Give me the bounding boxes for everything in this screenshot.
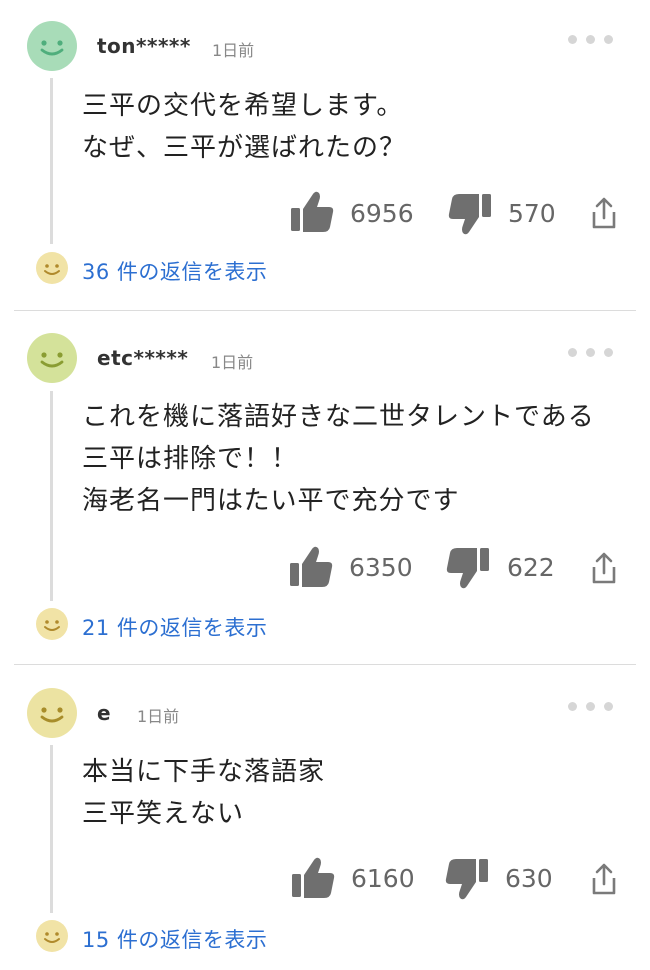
username[interactable]: etc***** <box>97 346 188 370</box>
reply-avatar <box>36 920 68 952</box>
reply-row: 15 件の返信を表示 <box>0 920 650 960</box>
like-count: 6956 <box>350 199 414 228</box>
share-icon[interactable] <box>590 196 618 230</box>
avatar[interactable] <box>27 21 77 71</box>
comment-actions: 6956 570 <box>0 190 650 240</box>
show-replies-link[interactable]: 36 件の返信を表示 <box>82 256 267 286</box>
more-options-icon[interactable] <box>568 341 614 361</box>
timestamp: 1日前 <box>212 41 255 60</box>
share-icon[interactable] <box>590 862 618 896</box>
more-options-icon[interactable] <box>568 28 614 48</box>
show-replies-link[interactable]: 21 件の返信を表示 <box>82 612 267 642</box>
dislike-count: 622 <box>507 553 555 582</box>
thumbs-down-icon[interactable] <box>447 192 493 236</box>
timestamp: 1日前 <box>137 707 180 726</box>
comment-item: ton***** 1日前 三平の交代を希望します。 なぜ、三平が選ばれたの？ 69… <box>0 0 650 310</box>
comment-text: 三平の交代を希望します。 なぜ、三平が選ばれたの？ <box>82 91 407 163</box>
dislike-count: 630 <box>505 864 553 893</box>
like-count: 6160 <box>351 864 415 893</box>
like-count: 6350 <box>349 553 413 582</box>
comment-item: e 1日前 本当に下手な落語家 三平笑えない 6160 630 15 件の返信を表… <box>0 665 650 970</box>
thumbs-down-icon[interactable] <box>444 857 490 901</box>
reply-row: 36 件の返信を表示 <box>0 252 650 292</box>
reply-avatar <box>36 252 68 284</box>
dislike-count: 570 <box>508 199 556 228</box>
reply-avatar <box>36 608 68 640</box>
avatar[interactable] <box>27 688 77 738</box>
thumbs-up-icon[interactable] <box>288 545 334 589</box>
reply-row: 21 件の返信を表示 <box>0 608 650 648</box>
username[interactable]: e <box>97 701 111 725</box>
show-replies-link[interactable]: 15 件の返信を表示 <box>82 924 267 954</box>
comment-actions: 6350 622 <box>0 545 650 595</box>
comment-text: これを機に落語好きな二世タレントである 三平は排除で！！ 海老名一門はたい平で充分で… <box>82 402 595 516</box>
thumbs-down-icon[interactable] <box>445 546 491 590</box>
comment-item: etc***** 1日前 これを機に落語好きな二世タレントである 三平は排除で！！… <box>0 311 650 664</box>
comment-actions: 6160 630 <box>0 856 650 906</box>
thumbs-up-icon[interactable] <box>289 190 335 234</box>
avatar[interactable] <box>27 333 77 383</box>
comment-text: 本当に下手な落語家 三平笑えない <box>82 757 326 829</box>
username[interactable]: ton***** <box>97 34 191 58</box>
timestamp: 1日前 <box>211 353 254 372</box>
more-options-icon[interactable] <box>568 695 614 715</box>
thumbs-up-icon[interactable] <box>290 856 336 900</box>
share-icon[interactable] <box>590 551 618 585</box>
